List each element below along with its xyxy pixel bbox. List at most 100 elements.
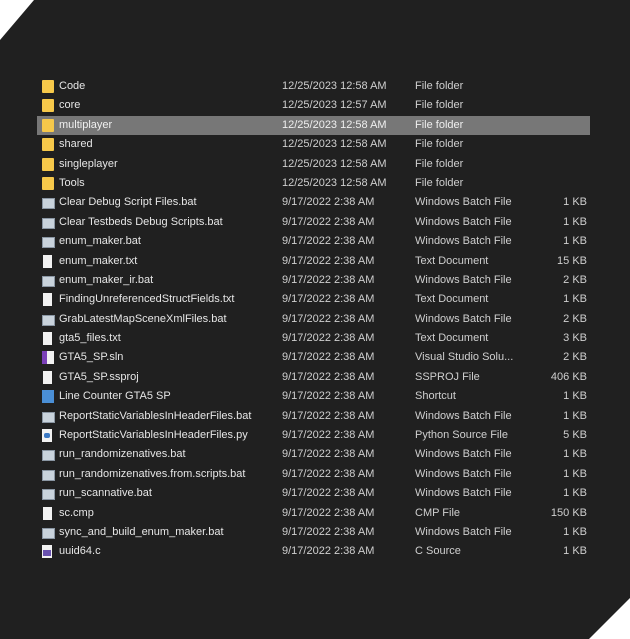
file-row[interactable]: uuid64.c 9/17/2022 2:38 AM C Source 1 KB: [37, 542, 590, 561]
file-size: 3 KB: [563, 332, 587, 345]
file-row[interactable]: ReportStaticVariablesInHeaderFiles.bat 9…: [37, 407, 590, 426]
file-name: enum_maker.txt: [59, 254, 138, 267]
file-type: Windows Batch File: [415, 448, 512, 461]
file-date: 12/25/2023 12:58 AM: [282, 176, 387, 189]
file-size: 150 KB: [550, 506, 587, 519]
file-row[interactable]: enum_maker.bat 9/17/2022 2:38 AM Windows…: [37, 232, 590, 251]
file-size: 1 KB: [563, 467, 587, 480]
bat-icon: [42, 489, 55, 501]
folder-icon: [42, 138, 54, 152]
bat-icon: [42, 469, 55, 481]
file-row[interactable]: GTA5_SP.sln 9/17/2022 2:38 AM Visual Stu…: [37, 348, 590, 367]
file-type: File folder: [415, 80, 464, 92]
file-row[interactable]: ReportStaticVariablesInHeaderFiles.py 9/…: [37, 426, 590, 445]
file-name: Clear Debug Script Files.bat: [59, 196, 197, 209]
file-row[interactable]: Tools 12/25/2023 12:58 AM File folder: [37, 174, 590, 193]
file-date: 9/17/2022 2:38 AM: [282, 196, 375, 209]
file-name: Clear Testbeds Debug Scripts.bat: [59, 215, 223, 228]
file-size: 5 KB: [563, 429, 587, 442]
file-row[interactable]: sc.cmp 9/17/2022 2:38 AM CMP File 150 KB: [37, 504, 590, 523]
file-name: GTA5_SP.ssproj: [59, 370, 139, 383]
file-type: Windows Batch File: [415, 525, 512, 538]
file-row[interactable]: sync_and_build_enum_maker.bat 9/17/2022 …: [37, 523, 590, 542]
file-type: C Source: [415, 545, 461, 558]
file-type: Windows Batch File: [415, 196, 512, 209]
file-date: 9/17/2022 2:38 AM: [282, 351, 375, 364]
file-row[interactable]: core 12/25/2023 12:57 AM File folder: [37, 96, 590, 115]
file-row[interactable]: GTA5_SP.ssproj 9/17/2022 2:38 AM SSPROJ …: [37, 368, 590, 387]
file-row[interactable]: singleplayer 12/25/2023 12:58 AM File fo…: [37, 155, 590, 174]
file-row[interactable]: Line Counter GTA5 SP 9/17/2022 2:38 AM S…: [37, 387, 590, 406]
file-type: Visual Studio Solu...: [415, 351, 514, 364]
file-date: 9/17/2022 2:38 AM: [282, 370, 375, 383]
file-row[interactable]: GrabLatestMapSceneXmlFiles.bat 9/17/2022…: [37, 310, 590, 329]
bat-icon: [42, 450, 55, 462]
file-name: GrabLatestMapSceneXmlFiles.bat: [59, 312, 227, 325]
file-type: Windows Batch File: [415, 235, 512, 248]
file-name: GTA5_SP.sln: [59, 351, 124, 364]
file-date: 12/25/2023 12:58 AM: [282, 157, 387, 170]
file-row[interactable]: enum_maker.txt 9/17/2022 2:38 AM Text Do…: [37, 252, 590, 271]
txt-icon: [43, 254, 52, 268]
file-name: uuid64.c: [59, 545, 101, 558]
file-name: run_randomizenatives.bat: [59, 448, 186, 461]
file-date: 9/17/2022 2:38 AM: [282, 525, 375, 538]
file-name: enum_maker_ir.bat: [59, 273, 154, 286]
file-date: 9/17/2022 2:38 AM: [282, 390, 375, 403]
file-name: enum_maker.bat: [59, 235, 141, 248]
file-row[interactable]: Clear Debug Script Files.bat 9/17/2022 2…: [37, 193, 590, 212]
bat-icon: [42, 217, 55, 229]
file-size: 1 KB: [563, 235, 587, 248]
file-size: 1 KB: [563, 487, 587, 500]
file-type: File folder: [415, 118, 464, 131]
file-name: ReportStaticVariablesInHeaderFiles.py: [59, 429, 248, 442]
sln-icon: [42, 351, 54, 365]
file-name: run_scannative.bat: [59, 487, 152, 500]
file-row[interactable]: enum_maker_ir.bat 9/17/2022 2:38 AM Wind…: [37, 271, 590, 290]
file-type: SSPROJ File: [415, 370, 480, 383]
bat-icon: [42, 527, 55, 539]
file-size: 1 KB: [563, 390, 587, 403]
file-type: Windows Batch File: [415, 215, 512, 228]
file-size: 1 KB: [563, 448, 587, 461]
file-type: Shortcut: [415, 390, 456, 403]
file-size: 1 KB: [563, 545, 587, 558]
c-icon: [42, 545, 52, 559]
folder-icon: [42, 80, 54, 93]
file-date: 9/17/2022 2:38 AM: [282, 235, 375, 248]
file-date: 9/17/2022 2:38 AM: [282, 215, 375, 228]
file-name: sync_and_build_enum_maker.bat: [59, 525, 224, 538]
file-row[interactable]: Code 12/25/2023 12:58 AM File folder: [37, 77, 590, 96]
file-size: 1 KB: [563, 409, 587, 422]
file-type: Windows Batch File: [415, 409, 512, 422]
folder-icon: [42, 99, 54, 113]
file-row[interactable]: run_scannative.bat 9/17/2022 2:38 AM Win…: [37, 484, 590, 503]
folder-icon: [42, 118, 54, 132]
file-date: 9/17/2022 2:38 AM: [282, 506, 375, 519]
py-icon: [42, 429, 52, 443]
file-date: 9/17/2022 2:38 AM: [282, 332, 375, 345]
file-row[interactable]: run_randomizenatives.bat 9/17/2022 2:38 …: [37, 445, 590, 464]
file-name: core: [59, 99, 81, 112]
file-type: Text Document: [415, 254, 489, 267]
file-date: 9/17/2022 2:38 AM: [282, 467, 375, 480]
file-row[interactable]: FindingUnreferencedStructFields.txt 9/17…: [37, 290, 590, 309]
file-row[interactable]: Clear Testbeds Debug Scripts.bat 9/17/20…: [37, 213, 590, 232]
file-size: 1 KB: [563, 196, 587, 209]
file-size: 2 KB: [563, 312, 587, 325]
file-row[interactable]: run_randomizenatives.from.scripts.bat 9/…: [37, 465, 590, 484]
file-row[interactable]: gta5_files.txt 9/17/2022 2:38 AM Text Do…: [37, 329, 590, 348]
file-date: 9/17/2022 2:38 AM: [282, 409, 375, 422]
file-row[interactable]: shared 12/25/2023 12:58 AM File folder: [37, 135, 590, 154]
file-name: singleplayer: [59, 157, 118, 170]
file-type: Text Document: [415, 293, 489, 306]
file-name: Tools: [59, 176, 85, 189]
file-date: 9/17/2022 2:38 AM: [282, 487, 375, 500]
file-size: 1 KB: [563, 525, 587, 538]
txt-icon: [43, 332, 52, 346]
bat-icon: [42, 198, 55, 210]
file-row[interactable]: multiplayer 12/25/2023 12:58 AM File fol…: [37, 115, 590, 136]
txt-icon: [43, 370, 52, 384]
file-name: gta5_files.txt: [59, 332, 121, 345]
file-type: CMP File: [415, 506, 461, 519]
